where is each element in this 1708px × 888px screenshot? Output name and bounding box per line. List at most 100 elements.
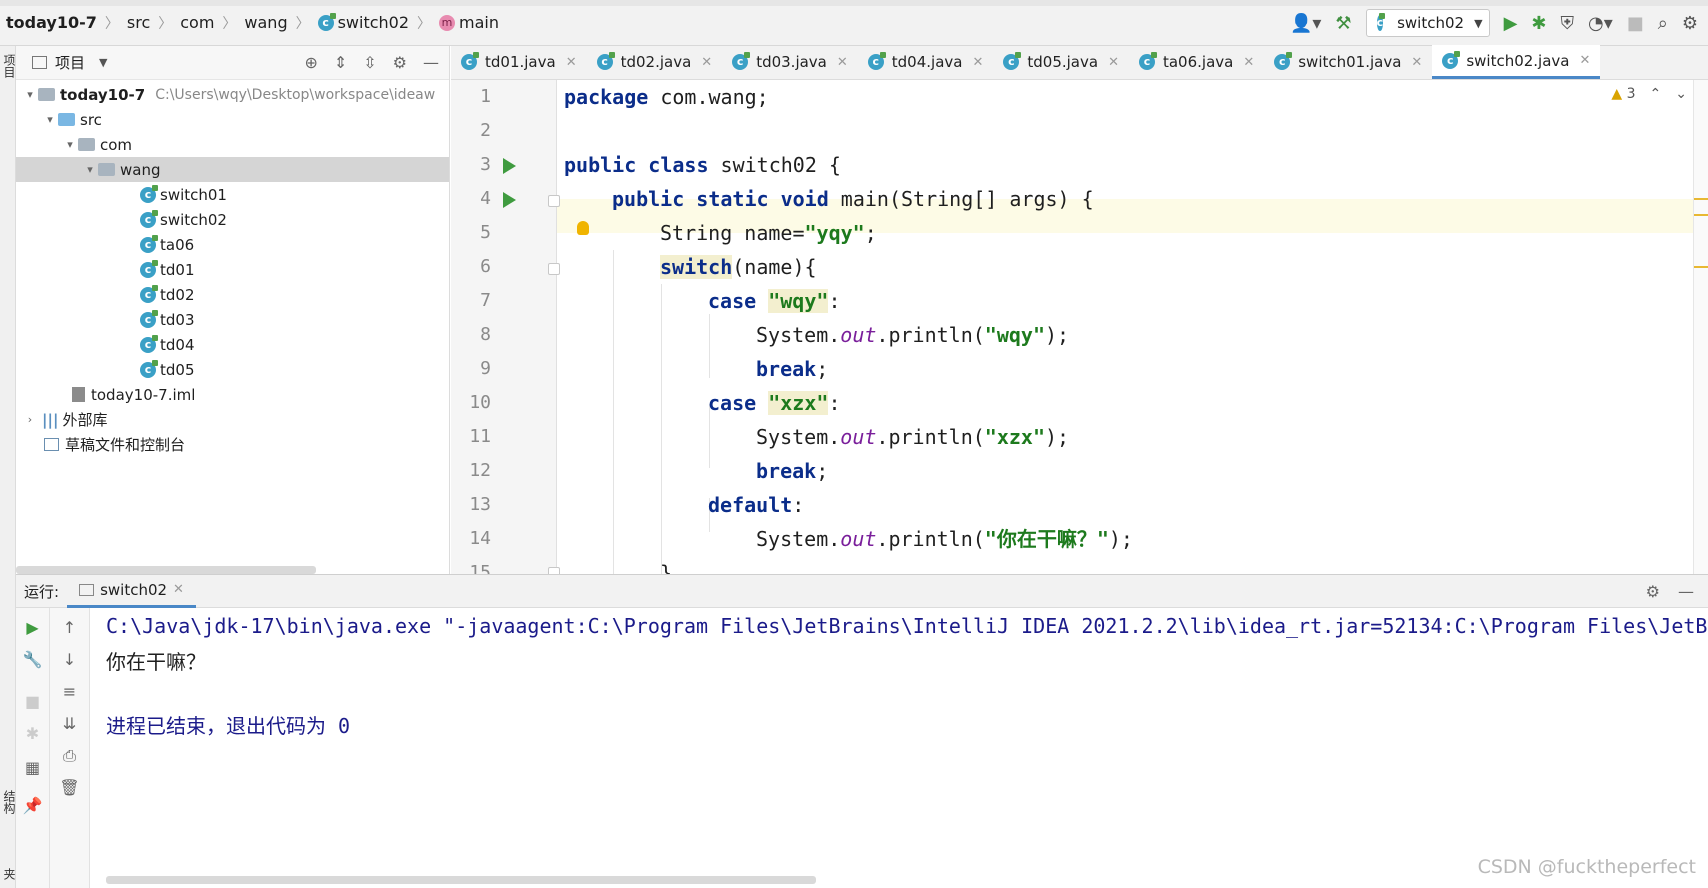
fold-icon[interactable] bbox=[548, 195, 560, 207]
expand-all-icon[interactable]: ⇕ bbox=[334, 53, 347, 72]
collapse-all-icon[interactable]: ⇳ bbox=[363, 53, 376, 72]
code-line-6: switch(name){ bbox=[564, 250, 817, 284]
console-output[interactable]: C:\Java\jdk-17\bin\java.exe "-javaagent:… bbox=[90, 608, 1708, 888]
locate-icon[interactable]: ⊕ bbox=[304, 53, 317, 72]
gear-icon[interactable]: ⚙ bbox=[1682, 13, 1698, 34]
horizontal-scrollbar[interactable] bbox=[16, 566, 316, 574]
editor-vertical-scrollbar[interactable] bbox=[1693, 80, 1708, 574]
wrench-icon[interactable]: 🔧 bbox=[16, 650, 49, 669]
class-icon: c bbox=[867, 52, 886, 70]
warning-icon: ▲ bbox=[1611, 86, 1623, 102]
chevron-down-icon[interactable]: ⌄ bbox=[1675, 86, 1687, 102]
chevron-down-icon: ▼ bbox=[1474, 16, 1483, 30]
run-config-icon bbox=[79, 583, 95, 596]
fold-icon[interactable] bbox=[548, 567, 560, 574]
run-icon[interactable]: ▶ bbox=[1504, 13, 1518, 34]
project-view-select[interactable]: 项目 bbox=[55, 52, 85, 73]
run-gutter-icon[interactable] bbox=[503, 158, 516, 174]
pin-icon[interactable]: 📌 bbox=[16, 796, 49, 815]
stop-icon[interactable]: ■ bbox=[16, 692, 49, 711]
code-string: "xzx" bbox=[768, 391, 829, 415]
breadcrumb-project[interactable]: today10-7 bbox=[6, 13, 97, 32]
code-editor[interactable]: 1 2 3 4 5 6 7 8 9 10 11 12 13 14 15 pack… bbox=[451, 80, 1699, 574]
breadcrumb-class[interactable]: switch02 bbox=[338, 13, 409, 32]
close-icon[interactable]: ✕ bbox=[1108, 55, 1119, 70]
class-icon: c bbox=[140, 234, 158, 253]
build-hammer-icon[interactable]: ⚒ bbox=[1335, 13, 1351, 34]
tab-td05[interactable]: c td05.java ✕ bbox=[993, 45, 1129, 79]
line-number: 12 bbox=[469, 460, 491, 481]
tree-class-item[interactable]: c ta06 bbox=[16, 232, 449, 257]
minimize-icon[interactable]: — bbox=[1678, 582, 1694, 601]
user-icon[interactable]: 👤▾ bbox=[1290, 13, 1321, 34]
inspection-widget[interactable]: ▲ 3 ⌃ ⌄ bbox=[1611, 86, 1687, 102]
run-config-select[interactable]: c switch02 ▼ bbox=[1365, 9, 1490, 37]
tab-switch02[interactable]: c switch02.java ✕ bbox=[1432, 45, 1601, 79]
run-gutter-icon[interactable] bbox=[503, 192, 516, 208]
tree-wang[interactable]: ▾ wang bbox=[16, 157, 449, 182]
class-icon: c bbox=[140, 359, 158, 378]
coverage-icon[interactable]: ⛨ bbox=[1561, 13, 1575, 34]
close-icon[interactable]: ✕ bbox=[701, 55, 712, 70]
debug-bug-icon[interactable]: ✱ bbox=[1531, 13, 1546, 34]
console-horizontal-scrollbar[interactable] bbox=[106, 876, 816, 884]
breadcrumb-wang[interactable]: wang bbox=[244, 13, 287, 32]
chevron-up-icon[interactable]: ⌃ bbox=[1650, 86, 1662, 102]
stop-icon[interactable]: ■ bbox=[1627, 13, 1644, 34]
tab-switch01[interactable]: c switch01.java ✕ bbox=[1264, 45, 1432, 79]
breadcrumb-com[interactable]: com bbox=[180, 13, 214, 32]
tree-class-item[interactable]: c switch02 bbox=[16, 207, 449, 232]
tree-class-label: td03 bbox=[160, 310, 195, 329]
tree-root-path: C:\Users\wqy\Desktop\workspace\ideaw bbox=[155, 86, 436, 103]
tab-label: ta06.java bbox=[1162, 53, 1234, 71]
debug-icon[interactable]: ✱ bbox=[16, 724, 49, 743]
tree-class-item[interactable]: c td03 bbox=[16, 307, 449, 332]
tab-td04[interactable]: c td04.java ✕ bbox=[858, 45, 994, 79]
fold-icon[interactable] bbox=[548, 263, 560, 275]
close-icon[interactable]: ✕ bbox=[173, 582, 184, 597]
search-icon[interactable]: ⌕ bbox=[1658, 13, 1668, 34]
line-number: 5 bbox=[480, 222, 491, 243]
close-icon[interactable]: ✕ bbox=[1579, 53, 1590, 68]
arrow-up-icon[interactable]: ↑ bbox=[50, 618, 89, 637]
tab-td03[interactable]: c td03.java ✕ bbox=[722, 45, 858, 79]
breadcrumb-src[interactable]: src bbox=[127, 13, 150, 32]
tree-iml[interactable]: today10-7.iml bbox=[16, 382, 449, 407]
close-icon[interactable]: ✕ bbox=[566, 55, 577, 70]
tree-class-item[interactable]: c td05 bbox=[16, 357, 449, 382]
scroll-to-end-icon[interactable]: ⇊ bbox=[50, 714, 89, 733]
gear-icon[interactable]: ⚙ bbox=[1646, 582, 1660, 601]
close-icon[interactable]: ✕ bbox=[1411, 55, 1422, 70]
breadcrumb-method[interactable]: main bbox=[459, 13, 499, 32]
run-tab-switch02[interactable]: switch02 ✕ bbox=[67, 574, 196, 608]
soft-wrap-icon[interactable]: ≡ bbox=[50, 682, 89, 701]
rerun-icon[interactable]: ▶ bbox=[16, 618, 49, 637]
trash-icon[interactable]: 🗑 bbox=[50, 778, 89, 797]
scroll-marker bbox=[1694, 266, 1708, 268]
tree-class-item[interactable]: c td02 bbox=[16, 282, 449, 307]
warning-count-value: 3 bbox=[1626, 86, 1636, 102]
tree-class-item[interactable]: c switch01 bbox=[16, 182, 449, 207]
tab-td02[interactable]: c td02.java ✕ bbox=[587, 45, 723, 79]
tree-external-libs[interactable]: › ||| 外部库 bbox=[16, 407, 449, 432]
close-icon[interactable]: ✕ bbox=[972, 55, 983, 70]
tree-src[interactable]: ▾ src bbox=[16, 107, 449, 132]
tree-com[interactable]: ▾ com bbox=[16, 132, 449, 157]
code-keyword: default bbox=[708, 493, 793, 517]
tree-scratches[interactable]: 草稿文件和控制台 bbox=[16, 432, 449, 457]
tree-class-item[interactable]: c td01 bbox=[16, 257, 449, 282]
close-icon[interactable]: ✕ bbox=[1243, 55, 1254, 70]
tree-class-item[interactable]: c td04 bbox=[16, 332, 449, 357]
print-icon[interactable]: ⎙ bbox=[50, 746, 89, 766]
code-text: .println( bbox=[876, 527, 985, 551]
tree-root[interactable]: ▾ today10-7 C:\Users\wqy\Desktop\workspa… bbox=[16, 82, 449, 107]
layout-icon[interactable]: ▦ bbox=[16, 758, 49, 777]
code-line-9: break; bbox=[564, 352, 828, 386]
profile-icon[interactable]: ◔▾ bbox=[1588, 13, 1613, 34]
tab-ta06[interactable]: c ta06.java ✕ bbox=[1129, 45, 1264, 79]
gear-icon[interactable]: ⚙ bbox=[393, 53, 407, 72]
tab-td01[interactable]: c td01.java ✕ bbox=[451, 45, 587, 79]
minimize-icon[interactable]: — bbox=[423, 53, 439, 72]
close-icon[interactable]: ✕ bbox=[837, 55, 848, 70]
arrow-down-icon[interactable]: ↓ bbox=[50, 650, 89, 669]
